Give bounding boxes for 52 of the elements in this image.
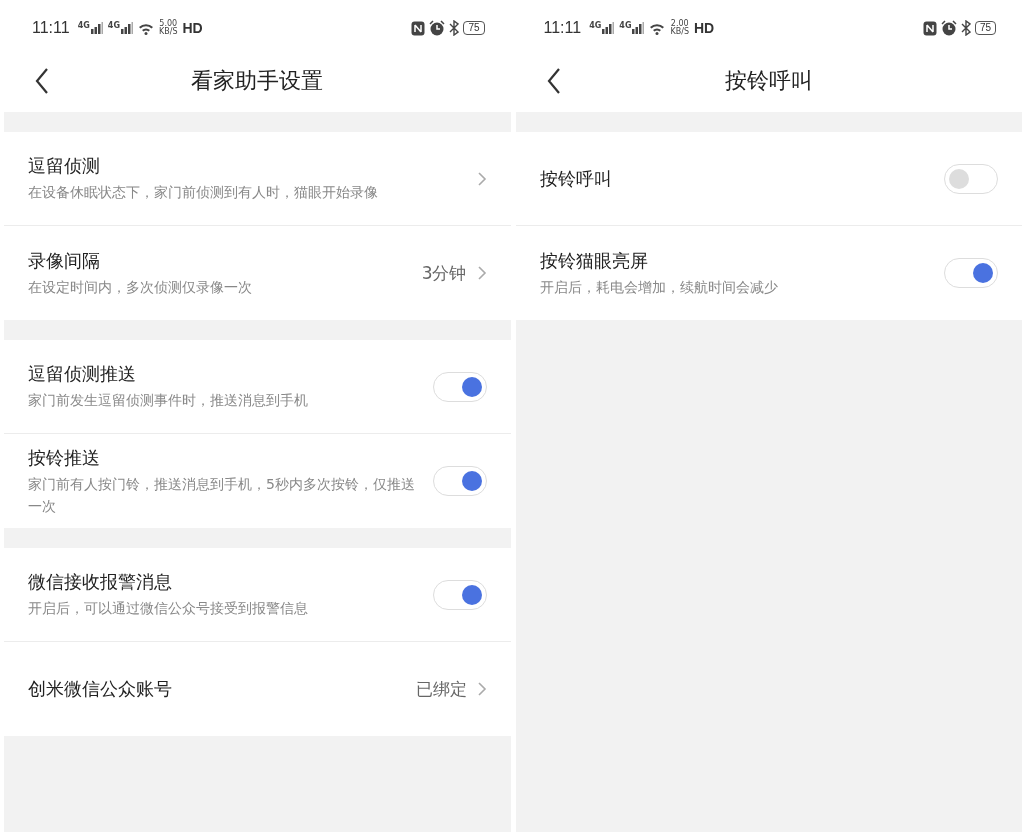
chevron-right-icon	[476, 265, 487, 281]
setting-description: 开启后，耗电会增加，续航时间会减少	[539, 277, 779, 297]
toggle-switch[interactable]	[944, 163, 998, 194]
setting-description: 家门前发生逗留侦测事件时，推送消息到手机	[28, 391, 309, 410]
chevron-right-icon	[476, 170, 487, 187]
setting-title: 按铃推送	[28, 445, 101, 470]
setting-title: 录像间隔	[28, 248, 101, 273]
setting-title: 按铃呼叫	[539, 166, 613, 191]
signal-icon	[602, 22, 615, 34]
setting-description: 开启后，可以通过微信公众号接受到报警信息	[28, 599, 309, 618]
signal-icon	[120, 22, 133, 34]
speed-unit: KB/S	[158, 28, 178, 36]
toggle-switch[interactable]	[432, 579, 487, 610]
hd-label: HD	[693, 20, 715, 36]
setting-description: 在设备休眠状态下，家门前侦测到有人时，猫眼开始录像	[28, 183, 379, 202]
bluetooth-icon	[449, 20, 460, 36]
toggle-switch[interactable]	[432, 466, 487, 496]
hd-label: HD	[182, 20, 203, 36]
network-type-label: 4G	[589, 22, 602, 30]
setting-value: 已绑定	[415, 677, 467, 701]
screen-title: 按铃呼叫	[723, 67, 814, 95]
setting-title: 逗留侦测	[28, 154, 101, 178]
chevron-right-icon	[476, 681, 487, 697]
wifi-icon	[137, 21, 154, 35]
network-speed: 2.00	[670, 20, 689, 28]
setting-title: 逗留侦测推送	[28, 362, 137, 386]
nfc-icon	[922, 20, 937, 36]
signal-icon	[632, 22, 645, 34]
network-type-label: 4G	[77, 22, 90, 30]
nfc-icon	[411, 20, 426, 36]
setting-description: 家门前有人按门铃，推送消息到手机，5秒内多次按铃，仅推送一次	[28, 474, 416, 516]
toggle-switch[interactable]	[432, 371, 487, 402]
network-type-label: 4G	[619, 22, 632, 30]
screen-title: 看家助手设置	[190, 67, 325, 95]
speed-unit: KB/S	[670, 28, 689, 36]
alarm-clock-icon	[429, 20, 446, 36]
status-time: 11:11	[32, 19, 70, 37]
setting-description: 在设定时间内，多次侦测仅录像一次	[28, 277, 253, 297]
battery-level: 75	[974, 21, 996, 35]
status-time: 11:11	[543, 19, 582, 37]
setting-title: 创米微信公众账号	[28, 677, 173, 701]
network-speed: 5.00	[159, 20, 178, 28]
setting-value: 3分钟	[421, 261, 467, 285]
bluetooth-icon	[960, 20, 971, 36]
setting-title: 按铃猫眼亮屏	[539, 248, 649, 273]
alarm-clock-icon	[940, 20, 957, 36]
signal-icon	[90, 22, 103, 34]
setting-title: 微信接收报警消息	[28, 570, 173, 594]
toggle-switch[interactable]	[944, 258, 998, 288]
wifi-icon	[649, 21, 666, 35]
battery-level: 75	[463, 21, 485, 35]
network-type-label: 4G	[107, 22, 120, 30]
